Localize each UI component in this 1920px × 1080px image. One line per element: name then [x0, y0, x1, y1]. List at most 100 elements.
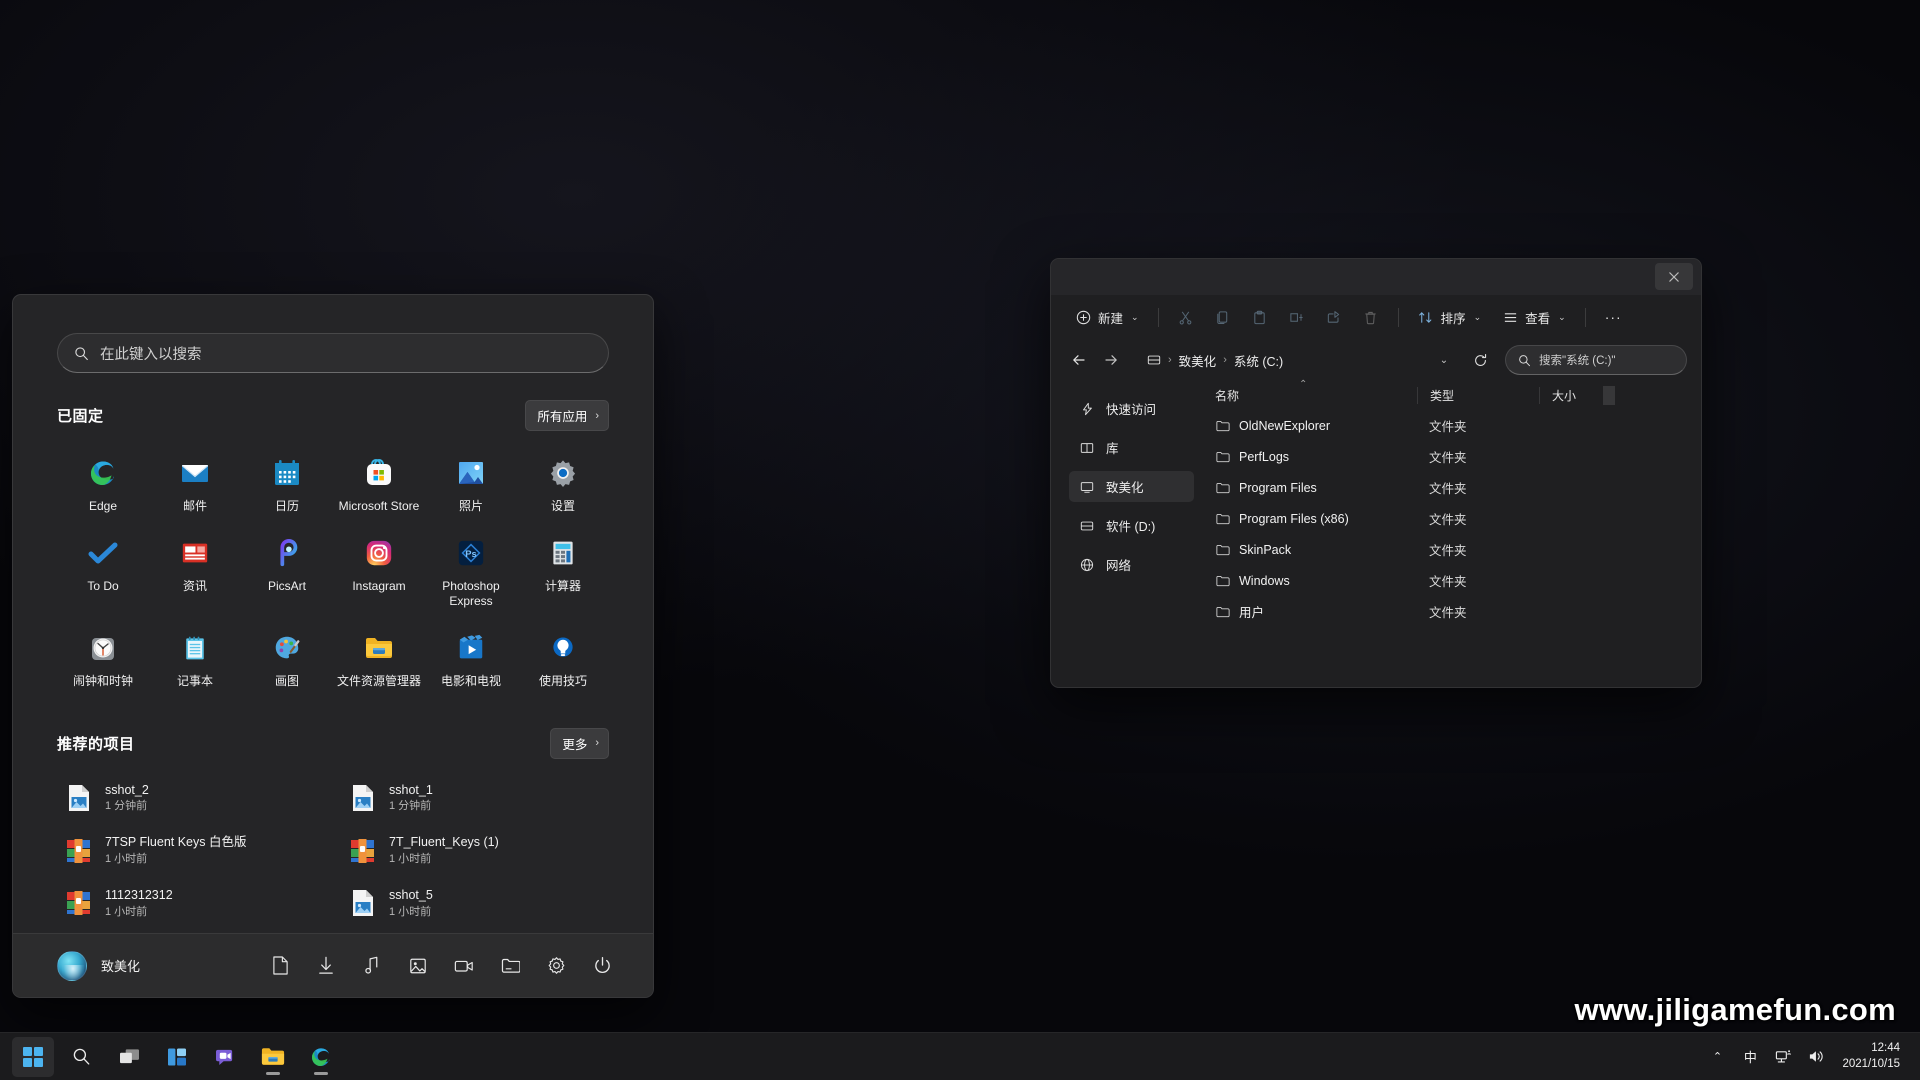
- refresh-button[interactable]: [1467, 347, 1493, 373]
- recommended-item[interactable]: sshot_5 1 小时前: [341, 878, 609, 929]
- pinned-app-paint[interactable]: 画图: [241, 622, 333, 696]
- taskbar-start-button[interactable]: [12, 1036, 54, 1077]
- pinned-app-photos[interactable]: 照片: [425, 447, 517, 521]
- pinned-app-alarm-clock[interactable]: 闹钟和时钟: [57, 622, 149, 696]
- table-row[interactable]: Windows 文件夹: [1203, 565, 1691, 596]
- more-recommended-button[interactable]: 更多 ›: [550, 727, 609, 759]
- taskbar-search-button[interactable]: [60, 1037, 102, 1077]
- column-header-type[interactable]: 类型: [1417, 387, 1539, 404]
- explorer-file-list: 名称 ⌃ 类型 大小 OldNewExplorer 文件夹 PerfLogs 文…: [1203, 379, 1701, 687]
- recommended-item[interactable]: 1112312312 1 小时前: [57, 878, 325, 929]
- cut-button[interactable]: [1169, 302, 1203, 332]
- settings-gear-icon[interactable]: [545, 955, 567, 977]
- table-row[interactable]: SkinPack 文件夹: [1203, 534, 1691, 565]
- pinned-app-notepad[interactable]: 记事本: [149, 622, 241, 696]
- new-button[interactable]: 新建 ⌄: [1066, 302, 1148, 332]
- view-button[interactable]: 查看 ⌄: [1493, 302, 1575, 332]
- taskbar-widgets-button[interactable]: [156, 1037, 198, 1077]
- column-header-name[interactable]: 名称 ⌃: [1203, 379, 1417, 404]
- close-icon[interactable]: [1655, 263, 1693, 290]
- volume-button[interactable]: [1801, 1039, 1831, 1075]
- taskbar-task-view-button[interactable]: [108, 1037, 150, 1077]
- column-header-size[interactable]: 大小: [1539, 387, 1603, 404]
- copy-button[interactable]: [1206, 302, 1240, 332]
- taskbar: ⌃ 中 12:44 2021/10/15: [0, 1032, 1920, 1080]
- start-search-input[interactable]: 在此键入以搜索: [57, 333, 609, 373]
- pictures-icon[interactable]: [407, 955, 429, 977]
- taskbar-file-explorer-button[interactable]: [252, 1037, 294, 1077]
- recommended-item[interactable]: sshot_2 1 分钟前: [57, 773, 325, 824]
- pinned-app-calendar[interactable]: 日历: [241, 447, 333, 521]
- network-button[interactable]: [1768, 1039, 1798, 1075]
- ime-indicator[interactable]: 中: [1735, 1039, 1765, 1075]
- sidebar-item-quick-access[interactable]: 快速访问: [1069, 393, 1194, 424]
- file-explorer-window: 新建 ⌄ 排序 ⌄ 查看 ⌄ ··· › 致美化 › 系统 (C:) ⌄ 搜索"…: [1050, 258, 1702, 688]
- pinned-app-movies-tv[interactable]: 电影和电视: [425, 622, 517, 696]
- toolbar-divider: [1584, 307, 1586, 327]
- table-row[interactable]: 用户 文件夹: [1203, 596, 1691, 627]
- paste-button[interactable]: [1243, 302, 1277, 332]
- forward-button[interactable]: [1097, 346, 1125, 374]
- pinned-app-mail[interactable]: 邮件: [149, 447, 241, 521]
- calculator-icon: [546, 536, 580, 570]
- table-row[interactable]: Program Files (x86) 文件夹: [1203, 503, 1691, 534]
- recommended-item-time: 1 分钟前: [105, 800, 148, 813]
- chevron-down-icon[interactable]: ⌄: [1433, 349, 1455, 371]
- breadcrumb-item-0[interactable]: 致美化: [1179, 351, 1217, 370]
- music-icon[interactable]: [361, 955, 383, 977]
- recommended-section-header: 推荐的项目 更多 ›: [57, 727, 609, 759]
- sort-button[interactable]: 排序 ⌄: [1409, 302, 1491, 332]
- recommended-item[interactable]: 7T_Fluent_Keys (1) 1 小时前: [341, 825, 609, 876]
- share-button[interactable]: [1317, 302, 1351, 332]
- pinned-app-file-explorer[interactable]: 文件资源管理器: [333, 622, 425, 696]
- downloads-icon[interactable]: [315, 955, 337, 977]
- file-name: Windows: [1239, 573, 1290, 588]
- file-explorer-icon[interactable]: [499, 955, 521, 977]
- pinned-app-settings[interactable]: 设置: [517, 447, 609, 521]
- pinned-app-tips[interactable]: 使用技巧: [517, 622, 609, 696]
- pinned-app-news[interactable]: 资讯: [149, 527, 241, 616]
- pinned-app-microsoft-store[interactable]: Microsoft Store: [333, 447, 425, 521]
- pinned-app-picsart[interactable]: PicsArt: [241, 527, 333, 616]
- videos-icon[interactable]: [453, 955, 475, 977]
- toolbar-divider: [1397, 307, 1399, 327]
- table-row[interactable]: PerfLogs 文件夹: [1203, 441, 1691, 472]
- pinned-app-instagram[interactable]: Instagram: [333, 527, 425, 616]
- breadcrumb-item-1[interactable]: 系统 (C:): [1234, 351, 1283, 370]
- explorer-title-bar[interactable]: [1051, 259, 1701, 295]
- taskbar-clock[interactable]: 12:44 2021/10/15: [1834, 1037, 1910, 1077]
- recommended-item[interactable]: sshot_1 1 分钟前: [341, 773, 609, 824]
- more-options-button[interactable]: ···: [1596, 302, 1631, 332]
- table-row[interactable]: OldNewExplorer 文件夹: [1203, 410, 1691, 441]
- pinned-app-calculator[interactable]: 计算器: [517, 527, 609, 616]
- sidebar-item-network[interactable]: 网络: [1069, 549, 1194, 580]
- recommended-item-name: sshot_5: [389, 888, 433, 902]
- power-icon[interactable]: [591, 955, 613, 977]
- user-account-button[interactable]: 致美化: [57, 950, 140, 981]
- taskbar-chat-button[interactable]: [204, 1037, 246, 1077]
- sidebar-item-library[interactable]: 库: [1069, 432, 1194, 463]
- recommended-item-name: sshot_2: [105, 782, 149, 797]
- system-tray: ⌃ 中 12:44 2021/10/15: [1702, 1037, 1910, 1077]
- document-icon[interactable]: [269, 955, 291, 977]
- recommended-item[interactable]: 7TSP Fluent Keys 白色版 1 小时前: [57, 825, 325, 876]
- drive-icon: [1079, 518, 1095, 534]
- sidebar-item-this-pc[interactable]: 致美化: [1069, 471, 1194, 502]
- all-apps-button[interactable]: 所有应用 ›: [525, 400, 609, 431]
- file-name: SkinPack: [1239, 542, 1292, 557]
- image-file-icon: [349, 888, 376, 918]
- table-row[interactable]: Program Files 文件夹: [1203, 472, 1691, 503]
- rename-button[interactable]: [1280, 302, 1314, 332]
- pinned-app-photoshop-express[interactable]: Ps Photoshop Express: [425, 527, 517, 616]
- show-hidden-icons-button[interactable]: ⌃: [1702, 1039, 1732, 1075]
- sidebar-item-drive-d[interactable]: 软件 (D:): [1069, 510, 1194, 541]
- delete-button[interactable]: [1354, 302, 1388, 332]
- todo-check-icon: [86, 536, 120, 570]
- explorer-search-input[interactable]: 搜索"系统 (C:)": [1505, 345, 1687, 375]
- recommended-item-name: sshot_1: [389, 782, 433, 797]
- taskbar-edge-button[interactable]: [300, 1037, 342, 1077]
- pinned-app-to-do[interactable]: To Do: [57, 527, 149, 616]
- back-button[interactable]: [1065, 346, 1093, 374]
- breadcrumb[interactable]: › 致美化 › 系统 (C:) ⌄: [1139, 345, 1463, 375]
- pinned-app-edge[interactable]: Edge: [57, 447, 149, 521]
